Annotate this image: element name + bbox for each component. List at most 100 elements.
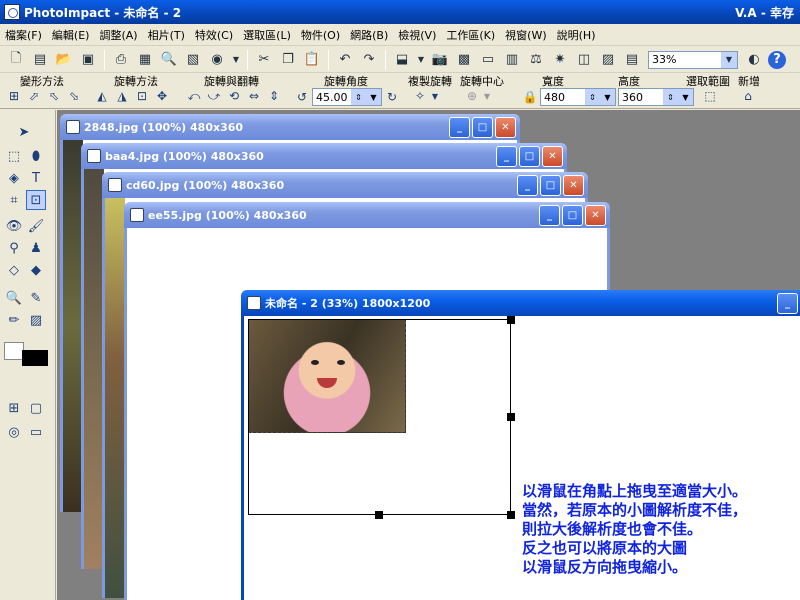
object-paint-icon[interactable]: ◈ <box>4 168 24 188</box>
explorer-icon[interactable]: ▤ <box>622 50 642 70</box>
maximize-button[interactable]: □ <box>562 204 583 226</box>
new-object-icon[interactable]: ⌂ <box>738 87 758 105</box>
rotate-180-icon[interactable]: ⟲ <box>224 87 244 105</box>
rotate-box-icon[interactable]: ⊡ <box>132 87 152 105</box>
rotate-cw-icon[interactable]: ↻ <box>382 88 402 106</box>
monitor-icon[interactable]: ▭ <box>478 50 498 70</box>
menu-photo[interactable]: 相片(T) <box>143 27 190 43</box>
print-icon[interactable]: ⎙ <box>111 50 131 70</box>
stamp-icon[interactable]: ⬓ <box>392 50 412 70</box>
pen-tool-icon[interactable]: ✏ <box>4 310 24 330</box>
zoom-tool-icon[interactable]: 🔍 <box>4 288 24 308</box>
resize-icon[interactable]: ⊞ <box>4 87 24 105</box>
brush-tool-icon[interactable]: 🖌 <box>26 216 46 236</box>
menu-edit[interactable]: 編輯(E) <box>47 27 95 43</box>
rotate-ccw-icon[interactable]: ↺ <box>292 88 312 106</box>
window-titlebar[interactable]: cd60.jpg (100%) 480x360 _ □ ✕ <box>102 172 588 198</box>
minimize-button[interactable]: _ <box>517 174 538 196</box>
distort-icon[interactable]: ⬁ <box>44 87 64 105</box>
rotate-move-icon[interactable]: ✥ <box>152 87 172 105</box>
chevron-down-icon[interactable]: ▼ <box>678 89 693 105</box>
minimize-button[interactable]: _ <box>777 292 798 314</box>
eye-tool-icon[interactable]: 👁 <box>4 216 24 236</box>
slant-icon[interactable]: ⬀ <box>24 87 44 105</box>
stamp-tool-icon[interactable]: ♟ <box>26 238 46 258</box>
menu-file[interactable]: 檔案(F) <box>0 27 47 43</box>
spin-up-icon[interactable]: ⇕ <box>585 89 600 105</box>
resize-handle-top-right[interactable] <box>507 316 515 324</box>
chevron-down-icon[interactable]: ▼ <box>482 87 492 105</box>
close-button[interactable]: ✕ <box>563 174 584 196</box>
clone-tool-icon[interactable]: ⚲ <box>4 238 24 258</box>
undo-icon[interactable]: ↶ <box>335 50 355 70</box>
easy-palette-icon[interactable]: ◐ <box>744 50 764 70</box>
frame-icon[interactable]: ▢ <box>26 398 46 418</box>
minimize-button[interactable]: _ <box>496 145 517 167</box>
select-range-icon[interactable]: ⬚ <box>700 87 720 105</box>
lock-icon[interactable]: 🔒 <box>520 88 540 106</box>
stamp-dropdown-icon[interactable]: ▼ <box>416 50 426 70</box>
copy-rotate-icon[interactable]: ✧ <box>410 87 430 105</box>
resize-handle-bottom-right[interactable] <box>507 511 515 519</box>
browser-dropdown-icon[interactable]: ▼ <box>231 50 241 70</box>
resize-handle-right[interactable] <box>507 413 515 421</box>
chevron-down-icon[interactable]: ▼ <box>430 87 440 105</box>
camera-icon[interactable]: 📷 <box>430 50 450 70</box>
transform-tool-icon[interactable]: ⊡ <box>26 190 46 210</box>
chevron-down-icon[interactable]: ▼ <box>721 51 737 68</box>
paste-icon[interactable]: 📋 <box>302 50 322 70</box>
album-icon[interactable]: ▨ <box>598 50 618 70</box>
save-icon[interactable]: ▣ <box>78 50 98 70</box>
menu-web[interactable]: 網路(B) <box>345 27 393 43</box>
rotate-free-icon[interactable]: ◭ <box>92 87 112 105</box>
maximize-button[interactable]: □ <box>519 145 540 167</box>
menu-selection[interactable]: 選取區(L) <box>238 27 296 43</box>
spin-up-icon[interactable]: ⇕ <box>663 89 678 105</box>
eraser-tool-icon[interactable]: ◇ <box>4 260 24 280</box>
preview-icon[interactable]: 🔍 <box>159 50 179 70</box>
help-icon[interactable]: ? <box>768 50 786 69</box>
fill-tool-icon[interactable]: ◆ <box>26 260 46 280</box>
minimize-button[interactable]: _ <box>449 116 470 138</box>
new-image-icon[interactable]: ▤ <box>30 50 50 70</box>
text-tool-icon[interactable]: T <box>26 168 46 188</box>
close-button[interactable]: ✕ <box>542 145 563 167</box>
copy-icon[interactable]: ❐ <box>278 50 298 70</box>
window-titlebar[interactable]: baa4.jpg (100%) 480x360 _ □ ✕ <box>81 143 567 169</box>
foreground-color-swatch[interactable] <box>4 342 24 360</box>
menu-help[interactable]: 說明(H) <box>552 27 601 43</box>
color-tool-icon[interactable]: ▨ <box>26 310 46 330</box>
maximize-button[interactable]: □ <box>540 174 561 196</box>
rotate-90-left-icon[interactable]: ⤺ <box>184 87 204 105</box>
width-input[interactable]: 480 ⇕ ▼ <box>540 88 616 106</box>
lasso-tool-icon[interactable]: ⬮ <box>26 146 46 166</box>
sparkle-icon[interactable]: ✷ <box>550 50 570 70</box>
height-input[interactable]: 360 ⇕ ▼ <box>618 88 694 106</box>
background-color-swatch[interactable] <box>22 350 48 366</box>
rotate-90-right-icon[interactable]: ⤻ <box>204 87 224 105</box>
menu-view[interactable]: 檢視(V) <box>393 27 441 43</box>
rotate-left-icon[interactable]: ◮ <box>112 87 132 105</box>
resize-handle-bottom[interactable] <box>375 511 383 519</box>
minimize-button[interactable]: _ <box>539 204 560 226</box>
crop-tool-icon[interactable]: ⌗ <box>4 190 24 210</box>
spin-up-icon[interactable]: ⇕ <box>351 89 366 105</box>
crop-icon[interactable]: ◫ <box>574 50 594 70</box>
mask-icon[interactable]: ◎ <box>4 422 24 442</box>
cut-icon[interactable]: ✂ <box>254 50 274 70</box>
image-icon[interactable]: ▥ <box>502 50 522 70</box>
zoom-select[interactable]: 33% ▼ <box>648 50 738 69</box>
menu-window[interactable]: 視窗(W) <box>500 27 551 43</box>
menu-object[interactable]: 物件(O) <box>296 27 345 43</box>
window-titlebar[interactable]: ee55.jpg (100%) 480x360 _ □ ✕ <box>124 202 610 228</box>
close-button[interactable]: ✕ <box>585 204 606 226</box>
balance-icon[interactable]: ⚖ <box>526 50 546 70</box>
capture-icon[interactable]: ▩ <box>454 50 474 70</box>
pick-tool-icon[interactable]: ➤ <box>14 122 34 142</box>
window-titlebar[interactable]: 未命名 - 2 (33%) 1800x1200 _ □ <box>241 290 800 316</box>
menu-effect[interactable]: 特效(C) <box>190 27 238 43</box>
perspective-icon[interactable]: ⬂ <box>64 87 84 105</box>
flip-vertical-icon[interactable]: ⇕ <box>264 87 284 105</box>
maximize-button[interactable]: □ <box>472 116 493 138</box>
new-file-icon[interactable]: 🗋 <box>6 50 26 70</box>
